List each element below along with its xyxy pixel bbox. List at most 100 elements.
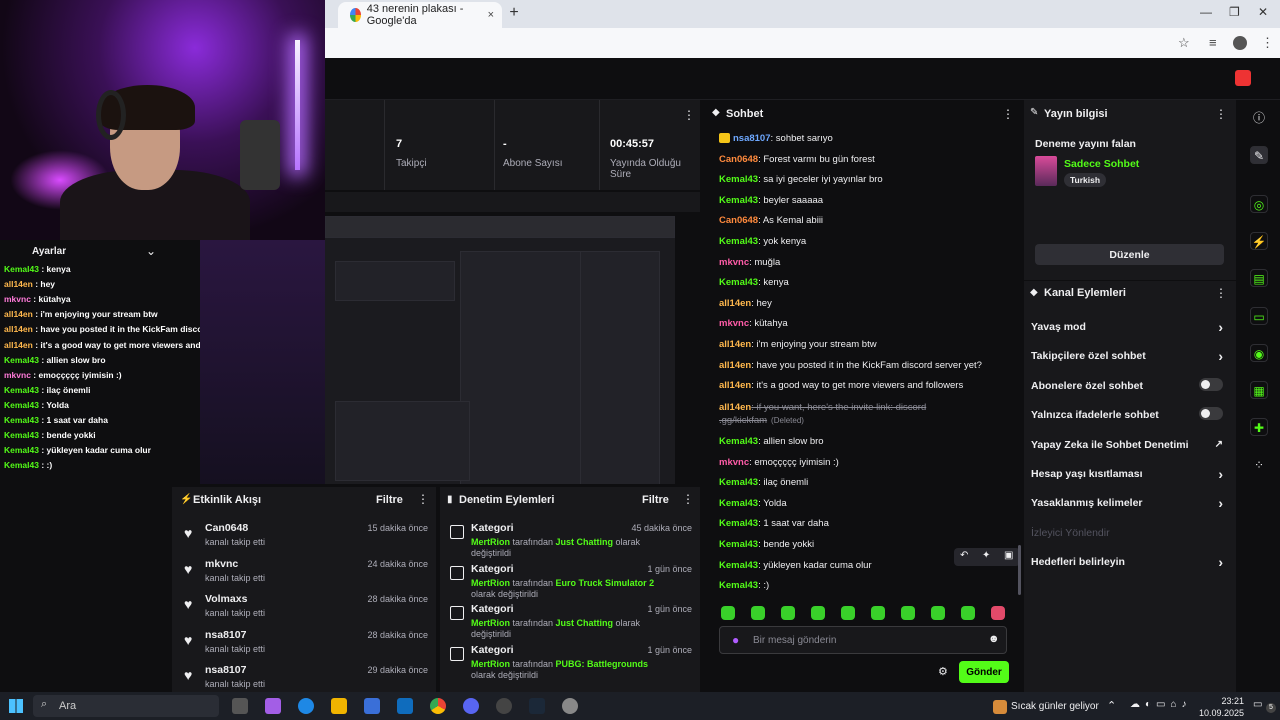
- chat-scrollbar[interactable]: [1018, 545, 1021, 595]
- undo-icon[interactable]: ↶: [960, 550, 968, 561]
- minimize-icon[interactable]: —: [1200, 5, 1212, 19]
- chat-message[interactable]: Kemal43: 1 saat var daha: [719, 517, 1014, 530]
- emoji-icon[interactable]: ☻: [988, 633, 1000, 645]
- chat-input[interactable]: ● Bir mesaj gönderin ☻: [719, 626, 1007, 654]
- emote-icon[interactable]: [841, 606, 855, 620]
- emote-icon[interactable]: [781, 606, 795, 620]
- close-tab-button[interactable]: ×: [488, 9, 494, 21]
- chevron-right-icon[interactable]: ›: [1218, 466, 1223, 482]
- channel-action-yava-mod[interactable]: Yavaş mod ›: [1031, 319, 1231, 335]
- chat-message[interactable]: mkvnc: kütahya: [719, 317, 1014, 330]
- weather-text[interactable]: Sıcak günler geliyor: [1011, 701, 1099, 712]
- steam-icon[interactable]: [529, 698, 545, 714]
- address-bar[interactable]: ☆ ≡ ⋮: [325, 28, 1280, 58]
- pin-icon[interactable]: ✦: [982, 550, 990, 561]
- chat-message[interactable]: all14en: it's a good way to get more vie…: [719, 379, 1014, 392]
- chat-username[interactable]: Kemal43: [719, 277, 758, 288]
- moderation-item[interactable]: Kategori 1 gün önce MertRion tarafından Eu…: [440, 563, 700, 601]
- chevron-right-icon[interactable]: ›: [1218, 348, 1223, 364]
- close-window-icon[interactable]: ✕: [1258, 5, 1268, 19]
- chat-username[interactable]: Kemal43: [719, 560, 758, 571]
- moderation-item[interactable]: Kategori 45 dakika önce MertRion tarafında…: [440, 522, 700, 560]
- chat-username[interactable]: mkvnc: [719, 257, 749, 268]
- emote-icon[interactable]: [901, 606, 915, 620]
- chat-message[interactable]: Kemal43: beyler saaaaa: [719, 194, 1014, 207]
- chat-message[interactable]: nsa8107: sohbet sarıyo: [733, 132, 1028, 145]
- chat-username[interactable]: all14en: [719, 380, 751, 391]
- emote-icon[interactable]: [721, 606, 735, 620]
- new-tab-button[interactable]: +: [504, 4, 524, 24]
- chat-message[interactable]: Kemal43: sa iyi geceler iyi yayınlar bro: [719, 173, 1014, 186]
- channel-action-yasaklanm-kelimeler[interactable]: Yasaklanmış kelimeler ›: [1031, 495, 1231, 511]
- bookmark-star-icon[interactable]: ☆: [1178, 35, 1190, 51]
- chat-message[interactable]: mkvnc: muğla: [719, 256, 1014, 269]
- chat-username[interactable]: all14en: [719, 402, 751, 413]
- moderation-item[interactable]: Kategori 1 gün önce MertRion tarafından Ju…: [440, 603, 700, 641]
- activity-menu-icon[interactable]: ⋮: [417, 492, 429, 506]
- chat-username[interactable]: all14en: [719, 360, 751, 371]
- chat-username[interactable]: Kemal43: [719, 436, 758, 447]
- chat-message[interactable]: Kemal43: yok kenya: [719, 235, 1014, 248]
- edge-icon[interactable]: [298, 698, 314, 714]
- chat-username[interactable]: Can0648: [719, 215, 758, 226]
- menu-dots-icon[interactable]: ⋮: [1261, 35, 1274, 51]
- chevron-right-icon[interactable]: ›: [1218, 495, 1223, 511]
- chrome-icon[interactable]: [430, 698, 446, 714]
- delete-icon[interactable]: ▣: [1004, 550, 1013, 561]
- chat-username[interactable]: Kemal43: [719, 236, 758, 247]
- category-name[interactable]: Sadece Sohbet: [1064, 158, 1139, 170]
- chat-message[interactable]: Kemal43: ilaç önemli: [719, 476, 1014, 489]
- channel-action-hedefleri-belirleyin[interactable]: Hedefleri belirleyin ›: [1031, 554, 1231, 570]
- tray-icons[interactable]: ☁◐▭⌂♪: [1130, 699, 1192, 710]
- chat-username[interactable]: Kemal43: [719, 539, 758, 550]
- obs-icon[interactable]: [496, 698, 512, 714]
- channel-action-yapay-zeka-ile-sohbet-denetimi[interactable]: Yapay Zeka ile Sohbet Denetimi ↗: [1031, 439, 1231, 451]
- document-icon[interactable]: ▤: [1250, 269, 1268, 287]
- chevron-right-icon[interactable]: ›: [1218, 319, 1223, 335]
- chat-username[interactable]: Kemal43: [719, 477, 758, 488]
- moderation-item[interactable]: Kategori 1 gün önce MertRion tarafından PU…: [440, 644, 700, 682]
- task-view-icon[interactable]: [232, 698, 248, 714]
- clock-time[interactable]: 23:21: [1204, 696, 1244, 706]
- activity-item[interactable]: ♥ nsa8107 kanalı takip etti 28 dakika önce: [172, 629, 436, 661]
- file-explorer-icon[interactable]: [331, 698, 347, 714]
- emote-icon[interactable]: [811, 606, 825, 620]
- chat-menu-icon[interactable]: ⋮: [1002, 107, 1014, 121]
- gear-icon[interactable]: ⚙: [938, 665, 948, 678]
- taskbar-search[interactable]: Ara: [33, 695, 219, 717]
- notification-icon[interactable]: ▭: [1253, 699, 1262, 710]
- moderation-filter-button[interactable]: Filtre: [642, 494, 669, 506]
- outlook-icon[interactable]: [397, 698, 413, 714]
- chat-message[interactable]: Can0648: As Kemal abiii: [719, 214, 1014, 227]
- store-icon[interactable]: [364, 698, 380, 714]
- edit-icon[interactable]: ✎: [1250, 146, 1268, 164]
- chat-message[interactable]: all14en: i'm enjoying your stream btw: [719, 338, 1014, 351]
- discord-icon[interactable]: [463, 698, 479, 714]
- chevron-down-icon[interactable]: ⌄: [146, 244, 156, 258]
- chat-message[interactable]: all14en: have you posted it in the KickF…: [719, 359, 1014, 372]
- chat-username[interactable]: Kemal43: [719, 518, 758, 529]
- capture-icon[interactable]: ◎: [1250, 195, 1268, 213]
- chat-username[interactable]: nsa8107: [733, 133, 771, 144]
- chat-username[interactable]: Kemal43: [719, 195, 758, 206]
- broadcast-icon[interactable]: ◉: [1250, 344, 1268, 362]
- external-link-icon[interactable]: ↗: [1215, 439, 1223, 450]
- toggle-switch[interactable]: [1199, 377, 1223, 391]
- toggle-switch[interactable]: [1199, 407, 1223, 421]
- chat-username[interactable]: all14en: [719, 339, 751, 350]
- chat-message[interactable]: Kemal43: :): [719, 579, 1014, 592]
- browser-tab[interactable]: 43 nerenin plakası - Google'da ×: [338, 2, 502, 28]
- apps-icon[interactable]: ⁘: [1250, 456, 1268, 474]
- chat-username[interactable]: mkvnc: [719, 457, 749, 468]
- chat-message[interactable]: all14en: hey: [719, 297, 1014, 310]
- channel-action-yaln-zca-ifadelerle-sohbet[interactable]: Yalnızca ifadelerle sohbet: [1031, 407, 1231, 421]
- activity-item[interactable]: ♥ Volmaxs kanalı takip etti 28 dakika önce: [172, 593, 436, 625]
- chat-username[interactable]: mkvnc: [719, 318, 749, 329]
- emote-icon[interactable]: [931, 606, 945, 620]
- send-button[interactable]: Gönder: [959, 661, 1009, 683]
- clock-date[interactable]: 10.09.2025: [1198, 708, 1244, 718]
- chat-username[interactable]: Kemal43: [719, 580, 758, 591]
- profile-avatar[interactable]: [1233, 36, 1247, 50]
- lightning-icon[interactable]: ⚡: [1250, 232, 1268, 250]
- chat-message[interactable]: Can0648: Forest varmı bu gün forest: [719, 153, 1014, 166]
